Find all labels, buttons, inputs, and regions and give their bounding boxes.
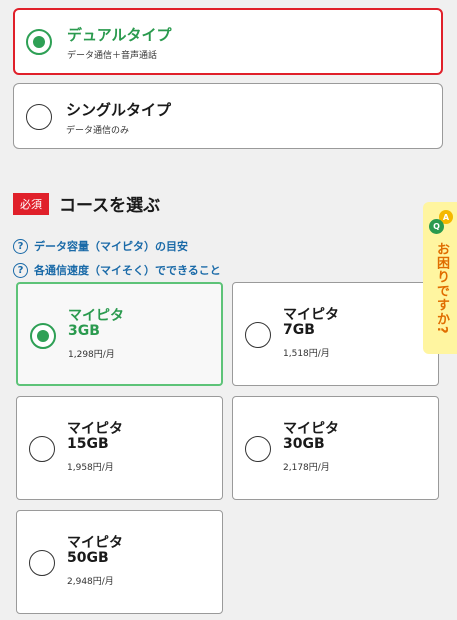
plan-50gb[interactable]: マイピタ 50GB 2,948円/月 [16, 510, 223, 614]
help-link-speed[interactable]: ? 各通信速度（マイそく）でできること [13, 262, 221, 278]
radio-plan-7gb[interactable] [245, 322, 271, 348]
sim-type-dual-sub: データ通信＋音声通話 [67, 51, 158, 61]
sim-type-single-title: シングルタイプ [66, 101, 172, 119]
plan-30gb[interactable]: マイピタ 30GB 2,178円/月 [232, 396, 439, 500]
plan-name: マイピタ 15GB [67, 421, 123, 452]
plan-name: マイピタ 50GB [67, 535, 123, 566]
course-section-title: コースを選ぶ [59, 196, 161, 216]
plan-name: マイピタ 30GB [283, 421, 339, 452]
plan-3gb[interactable]: マイピタ 3GB 1,298円/月 [16, 282, 223, 386]
plan-name: マイピタ 3GB [68, 308, 124, 339]
radio-single[interactable] [26, 104, 52, 130]
qa-icon: A Q [429, 210, 453, 234]
plan-price: 2,178円/月 [283, 463, 330, 473]
help-link-data-capacity[interactable]: ? データ容量（マイピタ）の目安 [13, 238, 188, 254]
help-link-label: データ容量（マイピタ）の目安 [34, 240, 188, 253]
plan-price: 1,958円/月 [67, 463, 114, 473]
radio-plan-30gb[interactable] [245, 436, 271, 462]
plan-price: 2,948円/月 [67, 577, 114, 587]
help-faq-label: お困りですか? [434, 242, 449, 335]
plan-name: マイピタ 7GB [283, 307, 339, 338]
plan-price: 1,518円/月 [283, 349, 330, 359]
sim-type-dual-title: デュアルタイプ [67, 26, 172, 44]
plan-15gb[interactable]: マイピタ 15GB 1,958円/月 [16, 396, 223, 500]
plan-7gb[interactable]: マイピタ 7GB 1,518円/月 [232, 282, 439, 386]
radio-plan-15gb[interactable] [29, 436, 55, 462]
sim-type-single-sub: データ通信のみ [66, 126, 130, 136]
course-section-header: 必須 コースを選ぶ [13, 191, 160, 216]
question-icon: ? [13, 238, 28, 254]
sim-type-dual[interactable]: デュアルタイプ データ通信＋音声通話 [13, 8, 443, 75]
plan-price: 1,298円/月 [68, 350, 115, 360]
help-link-label: 各通信速度（マイそく）でできること [34, 264, 221, 277]
required-badge: 必須 [13, 192, 49, 215]
sim-type-single[interactable]: シングルタイプ データ通信のみ [13, 83, 443, 149]
radio-plan-50gb[interactable] [29, 550, 55, 576]
radio-dual[interactable] [26, 29, 52, 55]
help-faq-tab[interactable]: A Q お困りですか? [423, 202, 457, 354]
radio-plan-3gb[interactable] [30, 323, 56, 349]
question-icon: ? [13, 262, 28, 278]
